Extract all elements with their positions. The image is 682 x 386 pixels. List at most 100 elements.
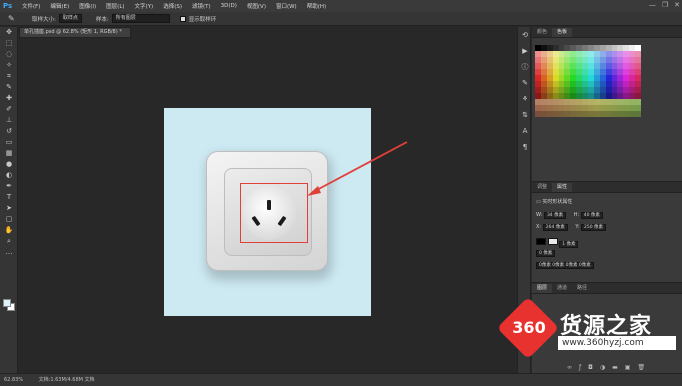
adjust-icon[interactable]: ⇅ bbox=[518, 107, 532, 123]
history-icon[interactable]: ⟲ bbox=[518, 27, 532, 43]
menu-filter[interactable]: 滤镜(T) bbox=[187, 2, 216, 10]
maximize-button[interactable]: ❐ bbox=[662, 1, 668, 9]
size-row: W: 34 像素 H: 40 像素 bbox=[536, 212, 603, 219]
stroke-swatch[interactable] bbox=[547, 238, 558, 245]
pen-tool-icon[interactable]: ✒ bbox=[0, 181, 18, 192]
props-title-row: ▭ 实时形状属性 bbox=[536, 198, 572, 205]
layers-panel-tabs: 图层 通道 路径 bbox=[532, 283, 682, 294]
paragraph-icon[interactable]: ¶ bbox=[518, 139, 532, 155]
dodge-tool-icon[interactable]: ◐ bbox=[0, 170, 18, 181]
props-title: 实时形状属性 bbox=[542, 199, 573, 205]
foreground-color-swatch[interactable] bbox=[3, 299, 11, 307]
eyedropper-icon[interactable]: ✎ bbox=[8, 14, 18, 24]
brush-preset-icon[interactable]: ✎ bbox=[518, 75, 532, 91]
photoshop-logo: Ps bbox=[3, 2, 13, 10]
x-field[interactable]: 264 像素 bbox=[542, 224, 568, 231]
tab-layers[interactable]: 图层 bbox=[532, 284, 553, 293]
sample-size-select[interactable]: 取样点 bbox=[58, 14, 82, 23]
brush-tool-icon[interactable]: ✐ bbox=[0, 104, 18, 115]
swatch-panel-tabs: 颜色 色板 bbox=[532, 27, 682, 38]
blur-tool-icon[interactable]: ● bbox=[0, 159, 18, 170]
eyedropper-tool-icon[interactable]: ✎ bbox=[0, 82, 18, 93]
move-tool-icon[interactable]: ✥ bbox=[0, 27, 18, 38]
tab-color[interactable]: 颜色 bbox=[532, 28, 552, 37]
width-label: W: bbox=[536, 212, 543, 218]
corners-field[interactable]: 0像素 0像素 0像素 0像素 bbox=[536, 262, 594, 269]
color-swatches[interactable] bbox=[3, 299, 15, 311]
new-layer-icon[interactable]: ▣ bbox=[625, 364, 631, 371]
menu-layer[interactable]: 图层(L) bbox=[101, 2, 129, 10]
minimize-button[interactable]: — bbox=[649, 1, 656, 9]
healing-tool-icon[interactable]: ✚ bbox=[0, 93, 18, 104]
width-field[interactable]: 34 像素 bbox=[543, 212, 567, 219]
artboard[interactable] bbox=[164, 108, 371, 316]
menu-bar: Ps 文件(F) 编辑(E) 图像(I) 图层(L) 文字(Y) 选择(S) 滤… bbox=[0, 0, 682, 12]
tab-properties[interactable]: 属性 bbox=[552, 183, 573, 192]
tab-channels[interactable]: 通道 bbox=[552, 284, 572, 293]
zoom-tool-icon[interactable]: ⌕ bbox=[0, 236, 18, 247]
y-label: Y: bbox=[575, 224, 580, 230]
watermark: 360 货源之家 www.360hyzj.com bbox=[496, 296, 682, 360]
menu-help[interactable]: 帮助(H) bbox=[302, 2, 331, 10]
menu-3d[interactable]: 3D(D) bbox=[216, 3, 242, 9]
swatch-grid[interactable] bbox=[535, 45, 642, 117]
status-bar: 62.83% 文档:1.63M/4.68M 文档 bbox=[0, 373, 682, 386]
link-icon[interactable]: ∞ bbox=[567, 364, 572, 371]
lasso-tool-icon[interactable]: ◌ bbox=[0, 49, 18, 60]
fill-swatch[interactable] bbox=[536, 238, 546, 245]
menu-type[interactable]: 文字(Y) bbox=[130, 2, 159, 10]
close-button[interactable]: ✕ bbox=[674, 1, 680, 9]
hand-tool-icon[interactable]: ✋ bbox=[0, 225, 18, 236]
shape-tool-icon[interactable]: ▢ bbox=[0, 214, 18, 225]
shape-icon: ▭ bbox=[536, 199, 541, 205]
sample-select[interactable]: 所有图层 bbox=[111, 14, 170, 23]
stroke-width-field[interactable]: 1 像素 bbox=[559, 241, 579, 248]
menu-edit[interactable]: 编辑(E) bbox=[45, 2, 74, 10]
history-brush-tool-icon[interactable]: ↺ bbox=[0, 126, 18, 137]
show-ring-checkbox[interactable] bbox=[179, 15, 186, 22]
menu-window[interactable]: 窗口(W) bbox=[271, 2, 302, 10]
delete-layer-icon[interactable]: 🗑 bbox=[637, 364, 645, 371]
gradient-tool-icon[interactable]: ▦ bbox=[0, 148, 18, 159]
watermark-badge-text: 360 bbox=[512, 318, 546, 337]
x-label: X: bbox=[536, 224, 542, 230]
stamp-icon[interactable]: ⚘ bbox=[518, 91, 532, 107]
document-title: 单孔插座.psd @ 62.8% (矩形 1, RGB/8) * bbox=[24, 29, 122, 35]
group-icon[interactable]: ▬ bbox=[612, 364, 618, 371]
radius-field[interactable]: 0 像素 bbox=[536, 250, 556, 257]
tab-adjustments[interactable]: 调整 bbox=[532, 183, 552, 192]
magic-wand-tool-icon[interactable]: ✧ bbox=[0, 60, 18, 71]
stamp-tool-icon[interactable]: ⊥ bbox=[0, 115, 18, 126]
menu-image[interactable]: 图像(I) bbox=[74, 2, 101, 10]
radius-row: 0 像素 bbox=[536, 250, 556, 257]
info-icon[interactable]: ⓘ bbox=[518, 59, 532, 75]
play-icon[interactable]: ▶ bbox=[518, 43, 532, 59]
height-field[interactable]: 40 像素 bbox=[580, 212, 603, 219]
tab-paths[interactable]: 路径 bbox=[572, 284, 592, 293]
tab-swatches[interactable]: 色板 bbox=[552, 28, 573, 37]
more-tools-icon[interactable]: … bbox=[0, 247, 18, 258]
character-icon[interactable]: A bbox=[518, 123, 532, 139]
swatch[interactable] bbox=[635, 111, 642, 117]
y-field[interactable]: 250 像素 bbox=[581, 224, 607, 231]
height-label: H: bbox=[573, 212, 580, 218]
show-ring-label: 显示取样环 bbox=[188, 16, 217, 23]
menu-select[interactable]: 选择(S) bbox=[158, 2, 187, 10]
properties-panel-tabs: 调整 属性 bbox=[532, 182, 682, 193]
marquee-tool-icon[interactable]: ⬚ bbox=[0, 38, 18, 49]
crop-tool-icon[interactable]: ⌗ bbox=[0, 71, 18, 82]
zoom-level[interactable]: 62.83% bbox=[4, 377, 23, 383]
document-tab[interactable]: 单孔插座.psd @ 62.8% (矩形 1, RGB/8) * × bbox=[19, 27, 131, 44]
adjustment-layer-icon[interactable]: ◑ bbox=[600, 364, 605, 371]
mask-icon[interactable]: ◘ bbox=[588, 364, 593, 371]
type-tool-icon[interactable]: T bbox=[0, 192, 18, 203]
fx-icon[interactable]: ƒ bbox=[579, 364, 581, 371]
watermark-url: www.360hyzj.com bbox=[558, 336, 676, 350]
menu-file[interactable]: 文件(F) bbox=[17, 2, 45, 10]
position-row: X: 264 像素 Y: 250 像素 bbox=[536, 224, 607, 231]
tools-panel: ✥ ⬚ ◌ ✧ ⌗ ✎ ✚ ✐ ⊥ ↺ ▭ ▦ ● ◐ ✒ T ➤ ▢ ✋ ⌕ … bbox=[0, 27, 18, 373]
eraser-tool-icon[interactable]: ▭ bbox=[0, 137, 18, 148]
menu-view[interactable]: 视图(V) bbox=[242, 2, 271, 10]
sample-label: 样本: bbox=[95, 16, 109, 23]
path-select-tool-icon[interactable]: ➤ bbox=[0, 203, 18, 214]
